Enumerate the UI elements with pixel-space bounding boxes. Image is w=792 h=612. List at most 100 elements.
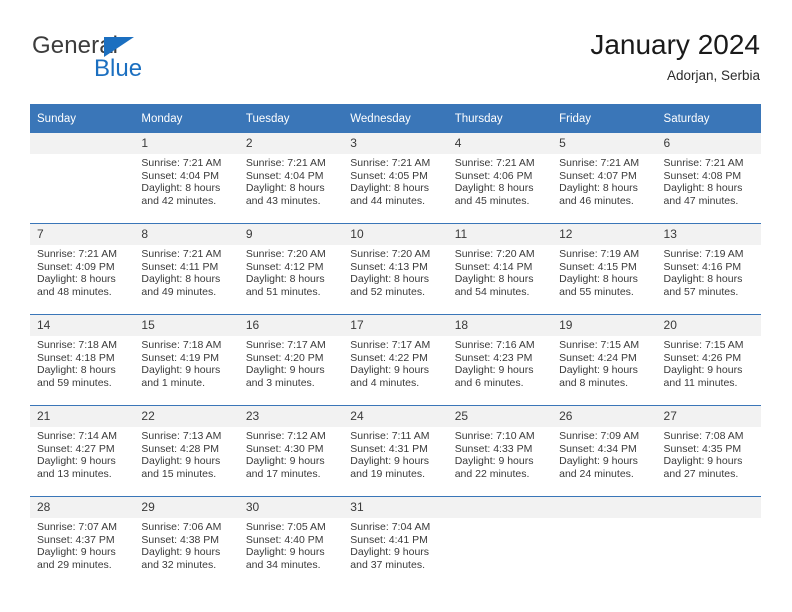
day-sun-details: Sunrise: 7:21 AM Sunset: 4:04 PM Daylight:… [134, 154, 238, 207]
day-detail-line: and 48 minutes. [37, 285, 112, 298]
day-detail-line: Daylight: 9 hours [350, 455, 430, 468]
day-detail-line: and 49 minutes. [141, 285, 217, 298]
calendar-day-cell[interactable]: 22 Sunrise: 7:13 AM Sunset: 4:28 PM Dayligh… [134, 405, 239, 497]
day-detail-line: Daylight: 9 hours [245, 455, 325, 468]
day-number: 18 [447, 315, 553, 336]
day-detail-line: and 42 minutes. [141, 194, 217, 207]
day-detail-line: Daylight: 9 hours [663, 364, 743, 377]
day-detail-line: Sunrise: 7:12 AM [245, 430, 326, 442]
calendar-day-cell[interactable]: 20 Sunrise: 7:15 AM Sunset: 4:26 PM Dayligh… [656, 314, 761, 406]
general-blue-logo[interactable]: General Blue [32, 32, 262, 92]
calendar-day-cell[interactable]: 18 Sunrise: 7:16 AM Sunset: 4:23 PM Dayligh… [447, 314, 553, 406]
day-sun-details: Sunrise: 7:09 AM Sunset: 4:34 PM Daylight:… [552, 427, 656, 480]
calendar-day-cell[interactable]: 23 Sunrise: 7:12 AM Sunset: 4:30 PM Dayligh… [238, 405, 344, 497]
day-detail-line: Sunset: 4:24 PM [559, 351, 637, 364]
day-sun-details: Sunrise: 7:06 AM Sunset: 4:38 PM Daylight:… [134, 518, 238, 571]
day-detail-line: Sunrise: 7:05 AM [245, 521, 326, 533]
day-detail-line: Sunset: 4:34 PM [559, 442, 637, 455]
calendar-day-cell[interactable]: 5 Sunrise: 7:21 AM Sunset: 4:07 PM Daylight… [552, 133, 657, 224]
calendar-day-cell[interactable]: 12 Sunrise: 7:19 AM Sunset: 4:15 PM Dayligh… [552, 223, 657, 315]
day-detail-line: Sunrise: 7:11 AM [350, 430, 430, 442]
calendar-day-cell[interactable]: 3 Sunrise: 7:21 AM Sunset: 4:05 PM Daylight… [343, 133, 448, 224]
calendar-day-cell[interactable]: 19 Sunrise: 7:15 AM Sunset: 4:24 PM Dayligh… [552, 314, 657, 406]
day-detail-line: Daylight: 8 hours [559, 273, 638, 286]
day-detail-line: Sunrise: 7:21 AM [37, 248, 117, 260]
day-number: 10 [343, 224, 448, 245]
day-detail-line: Sunset: 4:12 PM [245, 260, 324, 273]
day-detail-line: Sunrise: 7:20 AM [454, 248, 535, 260]
calendar-week-row: 28 Sunrise: 7:07 AM Sunset: 4:37 PM Dayligh… [30, 496, 761, 587]
day-detail-line: and 27 minutes. [663, 467, 739, 480]
logo-text-blue: Blue [94, 55, 143, 82]
weekday-header-saturday: Saturday [656, 104, 761, 133]
day-number [30, 133, 135, 154]
day-detail-line: Daylight: 9 hours [559, 364, 638, 377]
day-detail-line: Sunset: 4:15 PM [559, 260, 637, 273]
day-detail-line: and 4 minutes. [350, 376, 420, 389]
day-detail-line: Daylight: 8 hours [559, 182, 638, 195]
day-detail-line: Sunset: 4:22 PM [350, 351, 428, 364]
day-detail-line: and 51 minutes. [245, 285, 321, 298]
day-number: 14 [30, 315, 135, 336]
day-sun-details: Sunrise: 7:18 AM Sunset: 4:18 PM Daylight:… [30, 336, 134, 389]
day-detail-line: and 8 minutes. [559, 376, 628, 389]
day-detail-line: Sunrise: 7:15 AM [663, 339, 744, 351]
calendar-day-cell[interactable]: 26 Sunrise: 7:09 AM Sunset: 4:34 PM Dayligh… [552, 405, 657, 497]
day-sun-details: Sunrise: 7:21 AM Sunset: 4:06 PM Daylight:… [448, 154, 552, 207]
day-detail-line: Daylight: 9 hours [37, 546, 116, 559]
day-detail-line: Sunset: 4:20 PM [245, 351, 324, 364]
day-sun-details: Sunrise: 7:07 AM Sunset: 4:37 PM Daylight:… [30, 518, 134, 571]
day-number: 22 [134, 406, 239, 427]
day-detail-line: Sunset: 4:19 PM [141, 351, 220, 364]
day-detail-line: Sunrise: 7:19 AM [559, 248, 640, 260]
calendar-day-cell[interactable]: 9 Sunrise: 7:20 AM Sunset: 4:12 PM Daylight… [238, 223, 344, 315]
calendar-day-cell[interactable]: 4 Sunrise: 7:21 AM Sunset: 4:06 PM Daylight… [447, 133, 553, 224]
day-detail-line: and 13 minutes. [37, 467, 112, 480]
calendar-day-cell-empty [552, 496, 657, 587]
calendar-day-cell[interactable]: 27 Sunrise: 7:08 AM Sunset: 4:35 PM Dayligh… [656, 405, 761, 497]
day-detail-line: Daylight: 8 hours [663, 273, 743, 286]
day-detail-line: Daylight: 9 hours [37, 455, 116, 468]
day-detail-line: Sunrise: 7:21 AM [663, 157, 744, 169]
weekday-header-thursday: Thursday [447, 104, 553, 133]
calendar-day-cell[interactable]: 30 Sunrise: 7:05 AM Sunset: 4:40 PM Dayligh… [238, 496, 344, 587]
calendar-day-cell[interactable]: 10 Sunrise: 7:20 AM Sunset: 4:13 PM Dayligh… [343, 223, 448, 315]
calendar-day-cell[interactable]: 1 Sunrise: 7:21 AM Sunset: 4:04 PM Daylight… [134, 133, 239, 224]
calendar-day-cell[interactable]: 16 Sunrise: 7:17 AM Sunset: 4:20 PM Dayligh… [238, 314, 344, 406]
day-detail-line: Daylight: 8 hours [350, 273, 430, 286]
calendar-day-cell[interactable]: 28 Sunrise: 7:07 AM Sunset: 4:37 PM Dayligh… [30, 496, 135, 587]
calendar-day-cell[interactable]: 25 Sunrise: 7:10 AM Sunset: 4:33 PM Dayligh… [447, 405, 553, 497]
calendar-day-cell[interactable]: 13 Sunrise: 7:19 AM Sunset: 4:16 PM Dayligh… [656, 223, 761, 315]
calendar-week-row: 21 Sunrise: 7:14 AM Sunset: 4:27 PM Dayligh… [30, 405, 761, 497]
calendar-day-cell[interactable]: 8 Sunrise: 7:21 AM Sunset: 4:11 PM Daylight… [134, 223, 239, 315]
day-sun-details: Sunrise: 7:15 AM Sunset: 4:26 PM Daylight:… [657, 336, 761, 389]
calendar-day-cell[interactable]: 14 Sunrise: 7:18 AM Sunset: 4:18 PM Dayligh… [30, 314, 135, 406]
calendar-day-cell[interactable]: 24 Sunrise: 7:11 AM Sunset: 4:31 PM Dayligh… [343, 405, 448, 497]
calendar-day-cell-empty [447, 496, 553, 587]
day-sun-details: Sunrise: 7:18 AM Sunset: 4:19 PM Daylight:… [134, 336, 238, 389]
calendar-day-cell[interactable]: 17 Sunrise: 7:17 AM Sunset: 4:22 PM Dayligh… [343, 314, 448, 406]
calendar-day-cell[interactable]: 31 Sunrise: 7:04 AM Sunset: 4:41 PM Dayligh… [343, 496, 448, 587]
calendar-day-cell[interactable]: 7 Sunrise: 7:21 AM Sunset: 4:09 PM Daylight… [30, 223, 135, 315]
day-detail-line: Sunset: 4:41 PM [350, 533, 428, 546]
calendar-day-cell[interactable]: 29 Sunrise: 7:06 AM Sunset: 4:38 PM Dayligh… [134, 496, 239, 587]
day-detail-line: Sunset: 4:08 PM [663, 169, 742, 182]
calendar-day-cell[interactable]: 15 Sunrise: 7:18 AM Sunset: 4:19 PM Dayligh… [134, 314, 239, 406]
day-detail-line: Sunset: 4:14 PM [454, 260, 533, 273]
calendar-day-cell-empty [30, 133, 135, 224]
day-detail-line: Sunrise: 7:10 AM [454, 430, 535, 442]
day-detail-line: Daylight: 9 hours [350, 546, 430, 559]
calendar-day-cell[interactable]: 6 Sunrise: 7:21 AM Sunset: 4:08 PM Daylight… [656, 133, 761, 224]
day-sun-details: Sunrise: 7:21 AM Sunset: 4:09 PM Daylight:… [30, 245, 134, 298]
day-detail-line: Sunset: 4:05 PM [350, 169, 428, 182]
day-detail-line: and 3 minutes. [245, 376, 315, 389]
calendar-day-cell[interactable]: 11 Sunrise: 7:20 AM Sunset: 4:14 PM Dayligh… [447, 223, 553, 315]
day-detail-line: Sunrise: 7:07 AM [37, 521, 117, 533]
calendar-page: General Blue January 2024 Adorjan, Serbi… [0, 0, 792, 612]
title-block: January 2024 Adorjan, Serbia [590, 26, 760, 86]
calendar-day-cell[interactable]: 21 Sunrise: 7:14 AM Sunset: 4:27 PM Dayligh… [30, 405, 135, 497]
calendar-day-cell[interactable]: 2 Sunrise: 7:21 AM Sunset: 4:04 PM Daylight… [238, 133, 344, 224]
day-sun-details: Sunrise: 7:08 AM Sunset: 4:35 PM Daylight:… [657, 427, 761, 480]
day-detail-line: Sunrise: 7:13 AM [141, 430, 222, 442]
day-detail-line: Sunrise: 7:14 AM [37, 430, 117, 442]
